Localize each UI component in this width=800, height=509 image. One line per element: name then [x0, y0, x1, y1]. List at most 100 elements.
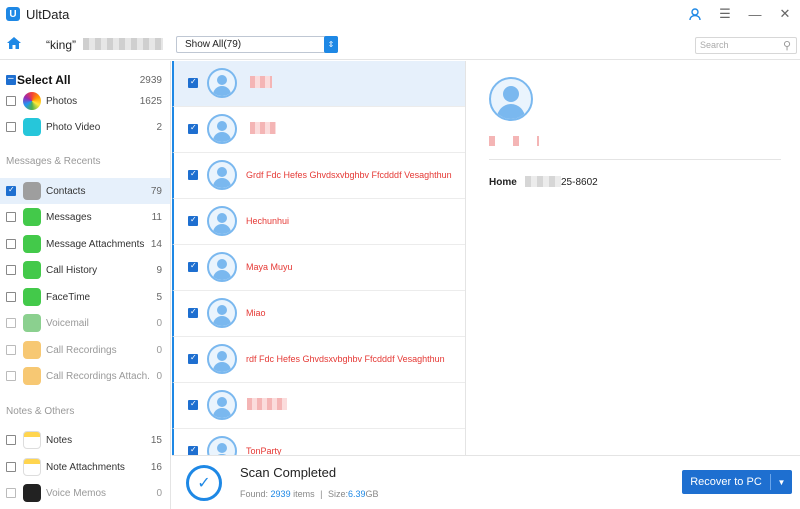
messages-icon	[23, 208, 41, 226]
list-item[interactable]: rdf Fdc Hefes Ghvdsxvbghbv Ffcdddf Vesag…	[172, 337, 465, 383]
sidebar-item-count: 0	[156, 487, 162, 499]
contact-name-redacted	[247, 398, 287, 410]
window-controls: ☰ — ✕	[680, 0, 800, 28]
checkbox[interactable]	[188, 445, 198, 455]
avatar-icon	[207, 252, 237, 282]
checkbox[interactable]	[188, 261, 198, 272]
list-item[interactable]	[172, 61, 465, 107]
divider	[489, 159, 781, 160]
avatar-icon	[207, 298, 237, 328]
device-name-redacted	[83, 38, 163, 50]
checkbox[interactable]	[6, 122, 16, 132]
minimize-icon[interactable]: —	[740, 0, 770, 28]
sidebar-item-count: 0	[156, 344, 162, 356]
checkbox[interactable]	[6, 239, 16, 249]
section-title-notes: Notes & Others	[6, 406, 75, 417]
sidebar-item-voice-memos[interactable]: Voice Memos 0	[0, 480, 170, 506]
checkbox[interactable]	[188, 399, 198, 410]
sidebar-item-label: Call History	[46, 264, 98, 276]
sidebar-item-label: Notes	[46, 434, 73, 446]
account-icon[interactable]	[680, 0, 710, 28]
sidebar-item-message-attachments[interactable]: Message Attachments 14	[0, 231, 170, 257]
size-value: 6.39	[348, 489, 366, 499]
size-unit: GB	[365, 489, 379, 499]
checkbox[interactable]	[6, 96, 16, 106]
list-item[interactable]	[172, 383, 465, 429]
checkbox[interactable]	[188, 307, 198, 318]
recover-button-label: Recover to PC	[690, 476, 762, 488]
contact-name: Hechunhui	[246, 216, 290, 226]
dropdown-arrow-icon[interactable]: ▼	[771, 478, 792, 487]
sidebar-item-note-attachments[interactable]: Note Attachments 16	[0, 454, 170, 480]
list-item[interactable]: Miao	[172, 291, 465, 337]
checkbox[interactable]	[188, 353, 198, 364]
checkbox[interactable]	[6, 318, 16, 328]
avatar-icon	[207, 436, 237, 455]
contact-name-redacted	[250, 122, 276, 134]
avatar-icon	[489, 77, 533, 121]
category-sidebar: Select All 2939 Photos 1625 Photo Video …	[0, 61, 171, 509]
recover-to-pc-button[interactable]: Recover to PC ▼	[682, 470, 792, 494]
contact-name: TonParty	[246, 446, 282, 455]
sidebar-item-notes[interactable]: Notes 15	[0, 427, 170, 453]
voicemail-icon	[23, 314, 41, 332]
checkbox[interactable]	[6, 462, 16, 472]
list-item[interactable]: Grdf Fdc Hefes Ghvdsxvbghbv Ffcdddf Vesa…	[172, 153, 465, 199]
sidebar-item-call-history[interactable]: Call History 9	[0, 257, 170, 283]
checkbox[interactable]	[188, 215, 198, 226]
list-item[interactable]: Hechunhui	[172, 199, 465, 245]
sidebar-item-label: Call Recordings Attach...	[46, 370, 150, 382]
voice-memos-icon	[23, 484, 41, 502]
select-all-checkbox[interactable]	[6, 73, 16, 85]
phone-redacted	[525, 176, 561, 187]
contact-name-redacted	[489, 136, 539, 146]
contact-name: Grdf Fdc Hefes Ghvdsxvbghbv Ffcdddf Vesa…	[246, 170, 452, 180]
list-item[interactable]: TonParty	[172, 429, 465, 455]
message-attachments-icon	[23, 235, 41, 253]
search-input[interactable]: Search ⚲	[695, 37, 797, 54]
contact-list: Grdf Fdc Hefes Ghvdsxvbghbv Ffcdddf Vesa…	[172, 61, 466, 455]
checkbox[interactable]	[188, 77, 198, 88]
status-title: Scan Completed	[240, 465, 337, 480]
sidebar-item-facetime[interactable]: FaceTime 5	[0, 284, 170, 310]
sidebar-item-count: 2	[156, 121, 162, 133]
home-icon[interactable]	[6, 36, 22, 50]
sidebar-item-count: 14	[150, 238, 162, 250]
menu-icon[interactable]: ☰	[710, 0, 740, 28]
sidebar-item-photo-video[interactable]: Photo Video 2	[0, 114, 170, 140]
sidebar-item-call-recordings[interactable]: Call Recordings 0	[0, 337, 170, 363]
sidebar-item-contacts[interactable]: Contacts 79	[0, 178, 170, 204]
list-item[interactable]: Maya Muyu	[172, 245, 465, 291]
list-item[interactable]	[172, 107, 465, 153]
sidebar-item-count: 16	[150, 461, 162, 473]
sidebar-item-label: Message Attachments	[46, 238, 145, 250]
close-icon[interactable]: ✕	[770, 0, 800, 28]
checkbox[interactable]	[6, 435, 16, 445]
checkbox[interactable]	[6, 488, 16, 498]
sidebar-item-label: Contacts	[46, 185, 86, 197]
call-recordings-icon	[23, 341, 41, 359]
sidebar-item-label: Photos	[46, 95, 78, 107]
sidebar-item-photos[interactable]: Photos 1625	[0, 88, 170, 114]
checkbox[interactable]	[6, 185, 16, 196]
sidebar-item-voicemail[interactable]: Voicemail 0	[0, 310, 170, 336]
scan-summary: Found: 2939 items | Size:6.39GB	[240, 489, 379, 499]
checkbox[interactable]	[6, 371, 16, 381]
checkbox[interactable]	[6, 212, 16, 222]
checkbox[interactable]	[6, 265, 16, 275]
checkbox[interactable]	[188, 169, 198, 180]
checkbox[interactable]	[6, 292, 16, 302]
sidebar-item-label: Messages	[46, 211, 92, 223]
dropdown-caret-icon: ⇕	[324, 36, 338, 53]
checkbox[interactable]	[6, 345, 16, 355]
status-footer: ✓ Scan Completed Found: 2939 items | Siz…	[172, 455, 800, 509]
sidebar-item-label: Voice Memos	[46, 487, 107, 499]
photo-video-icon	[23, 118, 41, 136]
checkbox[interactable]	[188, 123, 198, 134]
sidebar-item-messages[interactable]: Messages 11	[0, 204, 170, 230]
search-icon[interactable]: ⚲	[783, 39, 791, 54]
filter-dropdown[interactable]: Show All(79) ⇕	[176, 36, 338, 53]
call-history-icon	[23, 261, 41, 279]
sidebar-item-call-recordings-attachments[interactable]: Call Recordings Attach... 0	[0, 363, 170, 389]
sidebar-item-label: Call Recordings	[46, 344, 117, 356]
